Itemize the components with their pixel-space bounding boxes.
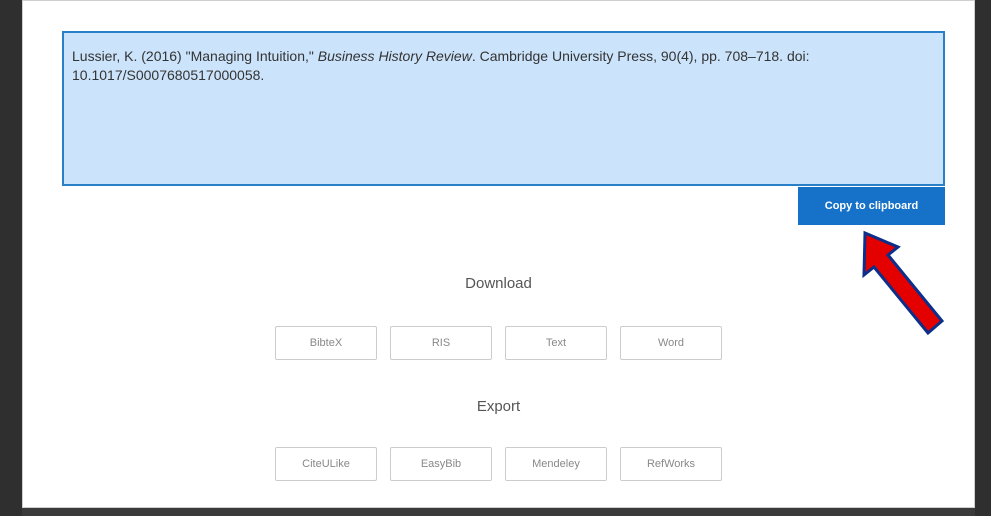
citation-text-box[interactable]: Lussier, K. (2016) "Managing Intuition,"… bbox=[62, 31, 945, 186]
export-buttons: CiteULike EasyBib Mendeley RefWorks bbox=[23, 447, 974, 481]
download-ris-button[interactable]: RIS bbox=[390, 326, 492, 360]
export-easybib-button[interactable]: EasyBib bbox=[390, 447, 492, 481]
cite-modal: Lussier, K. (2016) "Managing Intuition,"… bbox=[22, 0, 975, 508]
export-refworks-button[interactable]: RefWorks bbox=[620, 447, 722, 481]
download-word-button[interactable]: Word bbox=[620, 326, 722, 360]
citation-journal: Business History Review bbox=[317, 48, 472, 64]
citation-text-part1: Lussier, K. (2016) "Managing Intuition," bbox=[72, 48, 318, 64]
copy-to-clipboard-button[interactable]: Copy to clipboard bbox=[798, 187, 945, 225]
modal-backdrop-left bbox=[0, 0, 22, 516]
red-annotation-arrow-icon bbox=[862, 230, 945, 336]
export-citeulike-button[interactable]: CiteULike bbox=[275, 447, 377, 481]
download-heading: Download bbox=[465, 275, 532, 292]
download-bibtex-button[interactable]: BibteX bbox=[275, 326, 377, 360]
export-heading: Export bbox=[476, 398, 521, 415]
download-buttons: BibteX RIS Text Word bbox=[23, 326, 974, 360]
export-mendeley-button[interactable]: Mendeley bbox=[505, 447, 607, 481]
download-text-button[interactable]: Text bbox=[505, 326, 607, 360]
modal-backdrop-right bbox=[975, 0, 991, 516]
